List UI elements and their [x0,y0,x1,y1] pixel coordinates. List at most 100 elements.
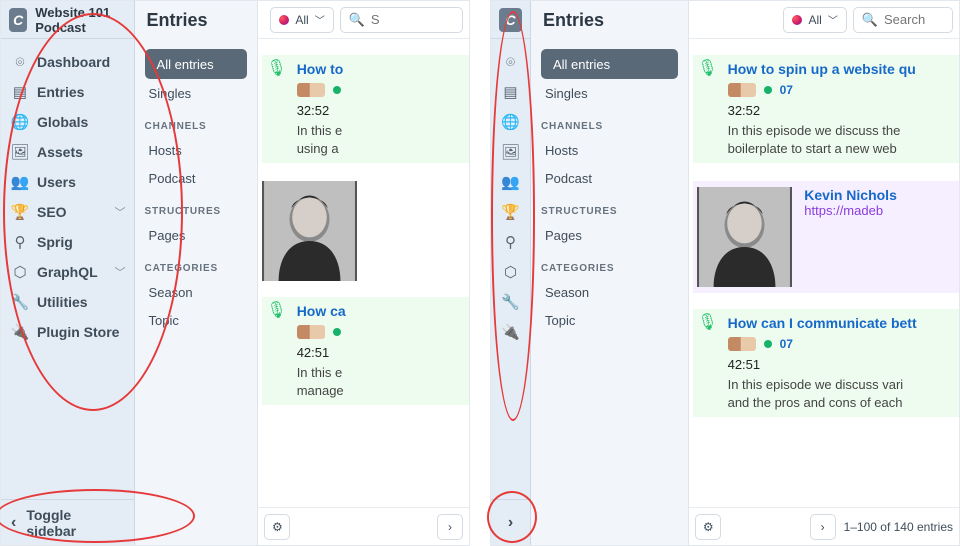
subnav-podcast[interactable]: Podcast [541,164,678,192]
entry-duration: 32:52 [297,103,349,118]
nav-plugin-store[interactable]: 🔌Plugin Store [1,317,134,347]
app-logo[interactable]: C [9,8,27,32]
settings-icon[interactable]: ⚙ [264,514,290,540]
subnav-season[interactable]: Season [541,278,678,306]
search-input[interactable] [884,12,944,27]
subnav-singles[interactable]: Singles [145,79,248,107]
image-icon: 🖼 [500,143,522,161]
globe-icon: 🌐 [500,113,522,131]
subnav-topic[interactable]: Topic [541,306,678,334]
search-field[interactable]: 🔍 [853,7,953,33]
subnav-podcast[interactable]: Podcast [145,164,248,192]
entries-subnav: Entries All entries Singles CHANNELS Hos… [135,1,259,545]
entry-card[interactable]: 🎙 How to spin up a website qu 07 32:52 I… [693,55,959,163]
graphql-icon: ⬡ [9,263,31,281]
toggle-sidebar-button[interactable]: › [491,499,530,545]
microphone-icon: 🎙 [697,315,717,411]
nav-users[interactable]: 👥Users [1,167,134,197]
status-live-icon [764,86,772,94]
settings-icon[interactable]: ⚙ [695,514,721,540]
subnav-topic[interactable]: Topic [145,306,248,334]
nav-graphql[interactable]: ⬡ [491,257,530,287]
subnav-all-entries[interactable]: All entries [541,49,678,79]
sprig-icon: ⚲ [500,233,522,251]
nav-globals[interactable]: 🌐Globals [1,107,134,137]
pager-range: 1–100 of 140 entries [844,520,953,534]
nav-globals[interactable]: 🌐 [491,107,530,137]
entry-desc: In this emanage [297,364,346,399]
subnav-pages[interactable]: Pages [541,221,678,249]
nav-assets[interactable]: 🖼 [491,137,530,167]
guest-card[interactable] [262,181,469,281]
guest-url[interactable]: https://madeb [804,203,897,218]
entry-card[interactable]: 🎙 How can I communicate bett 07 42:51 In… [693,309,959,417]
author-avatar [728,83,756,97]
chevron-down-icon: ﹀ [315,12,325,27]
nav-utilities[interactable]: 🔧 [491,287,530,317]
guest-card[interactable]: Kevin Nichols https://madeb [693,181,959,293]
guest-name-link[interactable]: Kevin Nichols [804,187,897,203]
main-sidebar-expanded: C Website 101 Podcast ⌾Dashboard ▤Entrie… [1,1,135,545]
entry-title[interactable]: How can I communicate bett [728,315,917,331]
subnav-hosts[interactable]: Hosts [541,136,678,164]
list-icon: ▤ [500,83,522,101]
nav-seo[interactable]: 🏆SEO﹀ [1,197,134,227]
entry-desc: In this episode we discuss variand the p… [728,376,917,411]
nav-entries[interactable]: ▤Entries [1,77,134,107]
status-filter-dropdown[interactable]: All ﹀ [783,7,846,33]
entry-title[interactable]: How to spin up a website qu [728,61,916,77]
subnav-hosts[interactable]: Hosts [145,136,248,164]
nav-sprig[interactable]: ⚲ [491,227,530,257]
plug-icon: 🔌 [500,323,522,341]
pager: ⚙ › 1–100 of 140 entries [689,507,959,545]
users-icon: 👥 [500,173,522,191]
entry-card[interactable]: 🎙 How ca 42:51 In this emanage [262,297,469,405]
nav-seo[interactable]: 🏆 [491,197,530,227]
subnav-season[interactable]: Season [145,278,248,306]
subnav-all-entries[interactable]: All entries [145,49,248,79]
search-field[interactable]: 🔍 [340,7,463,33]
globe-icon: 🌐 [9,113,31,131]
chevron-down-icon: ﹀ [115,264,126,280]
nav-utilities[interactable]: 🔧Utilities [1,287,134,317]
toggle-sidebar-button[interactable]: ‹ Toggle sidebar [1,499,134,545]
status-dot-icon [279,15,289,25]
entry-card[interactable]: 🎙 How to 32:52 In this eusing a [262,55,469,163]
content-column: All ﹀ 🔍 🎙 How to 32:52 In this eusing a [258,1,469,545]
sidebar-nav: ⌾Dashboard ▤Entries 🌐Globals 🖼Assets 👥Us… [1,39,134,499]
next-page-button[interactable]: › [437,514,463,540]
nav-sprig[interactable]: ⚲Sprig [1,227,134,257]
nav-graphql[interactable]: ⬡GraphQL﹀ [1,257,134,287]
group-structures: STRUCTURES [145,206,248,217]
next-page-button[interactable]: › [810,514,836,540]
subnav-singles[interactable]: Singles [541,79,678,107]
nav-entries[interactable]: ▤ [491,77,530,107]
section-title: Entries [135,1,258,39]
entries-subnav: Entries All entries Singles CHANNELS Hos… [531,1,689,545]
entry-title[interactable]: How ca [297,303,346,319]
entry-duration: 42:51 [297,345,346,360]
app-logo[interactable]: C [499,8,522,32]
chevron-down-icon: ﹀ [828,12,838,27]
entry-desc: In this eusing a [297,122,349,157]
gauge-icon: ⌾ [500,54,522,71]
nav-dashboard[interactable]: ⌾ [491,47,530,77]
entry-title[interactable]: How to [297,61,349,77]
search-input[interactable] [371,12,454,27]
guest-photo [262,181,357,281]
sprig-icon: ⚲ [9,233,31,251]
chevron-down-icon: ﹀ [115,204,126,220]
nav-users[interactable]: 👥 [491,167,530,197]
subnav-pages[interactable]: Pages [145,221,248,249]
nav-assets[interactable]: 🖼Assets [1,137,134,167]
entry-number: 07 [780,83,793,97]
wrench-icon: 🔧 [9,293,31,311]
trophy-icon: 🏆 [9,203,31,221]
chevron-left-icon: ‹ [11,514,16,532]
site-title[interactable]: Website 101 Podcast [35,5,133,35]
status-filter-dropdown[interactable]: All ﹀ [270,7,333,33]
search-icon: 🔍 [349,12,365,28]
guest-photo [697,187,792,287]
nav-plugin-store[interactable]: 🔌 [491,317,530,347]
nav-dashboard[interactable]: ⌾Dashboard [1,47,134,77]
